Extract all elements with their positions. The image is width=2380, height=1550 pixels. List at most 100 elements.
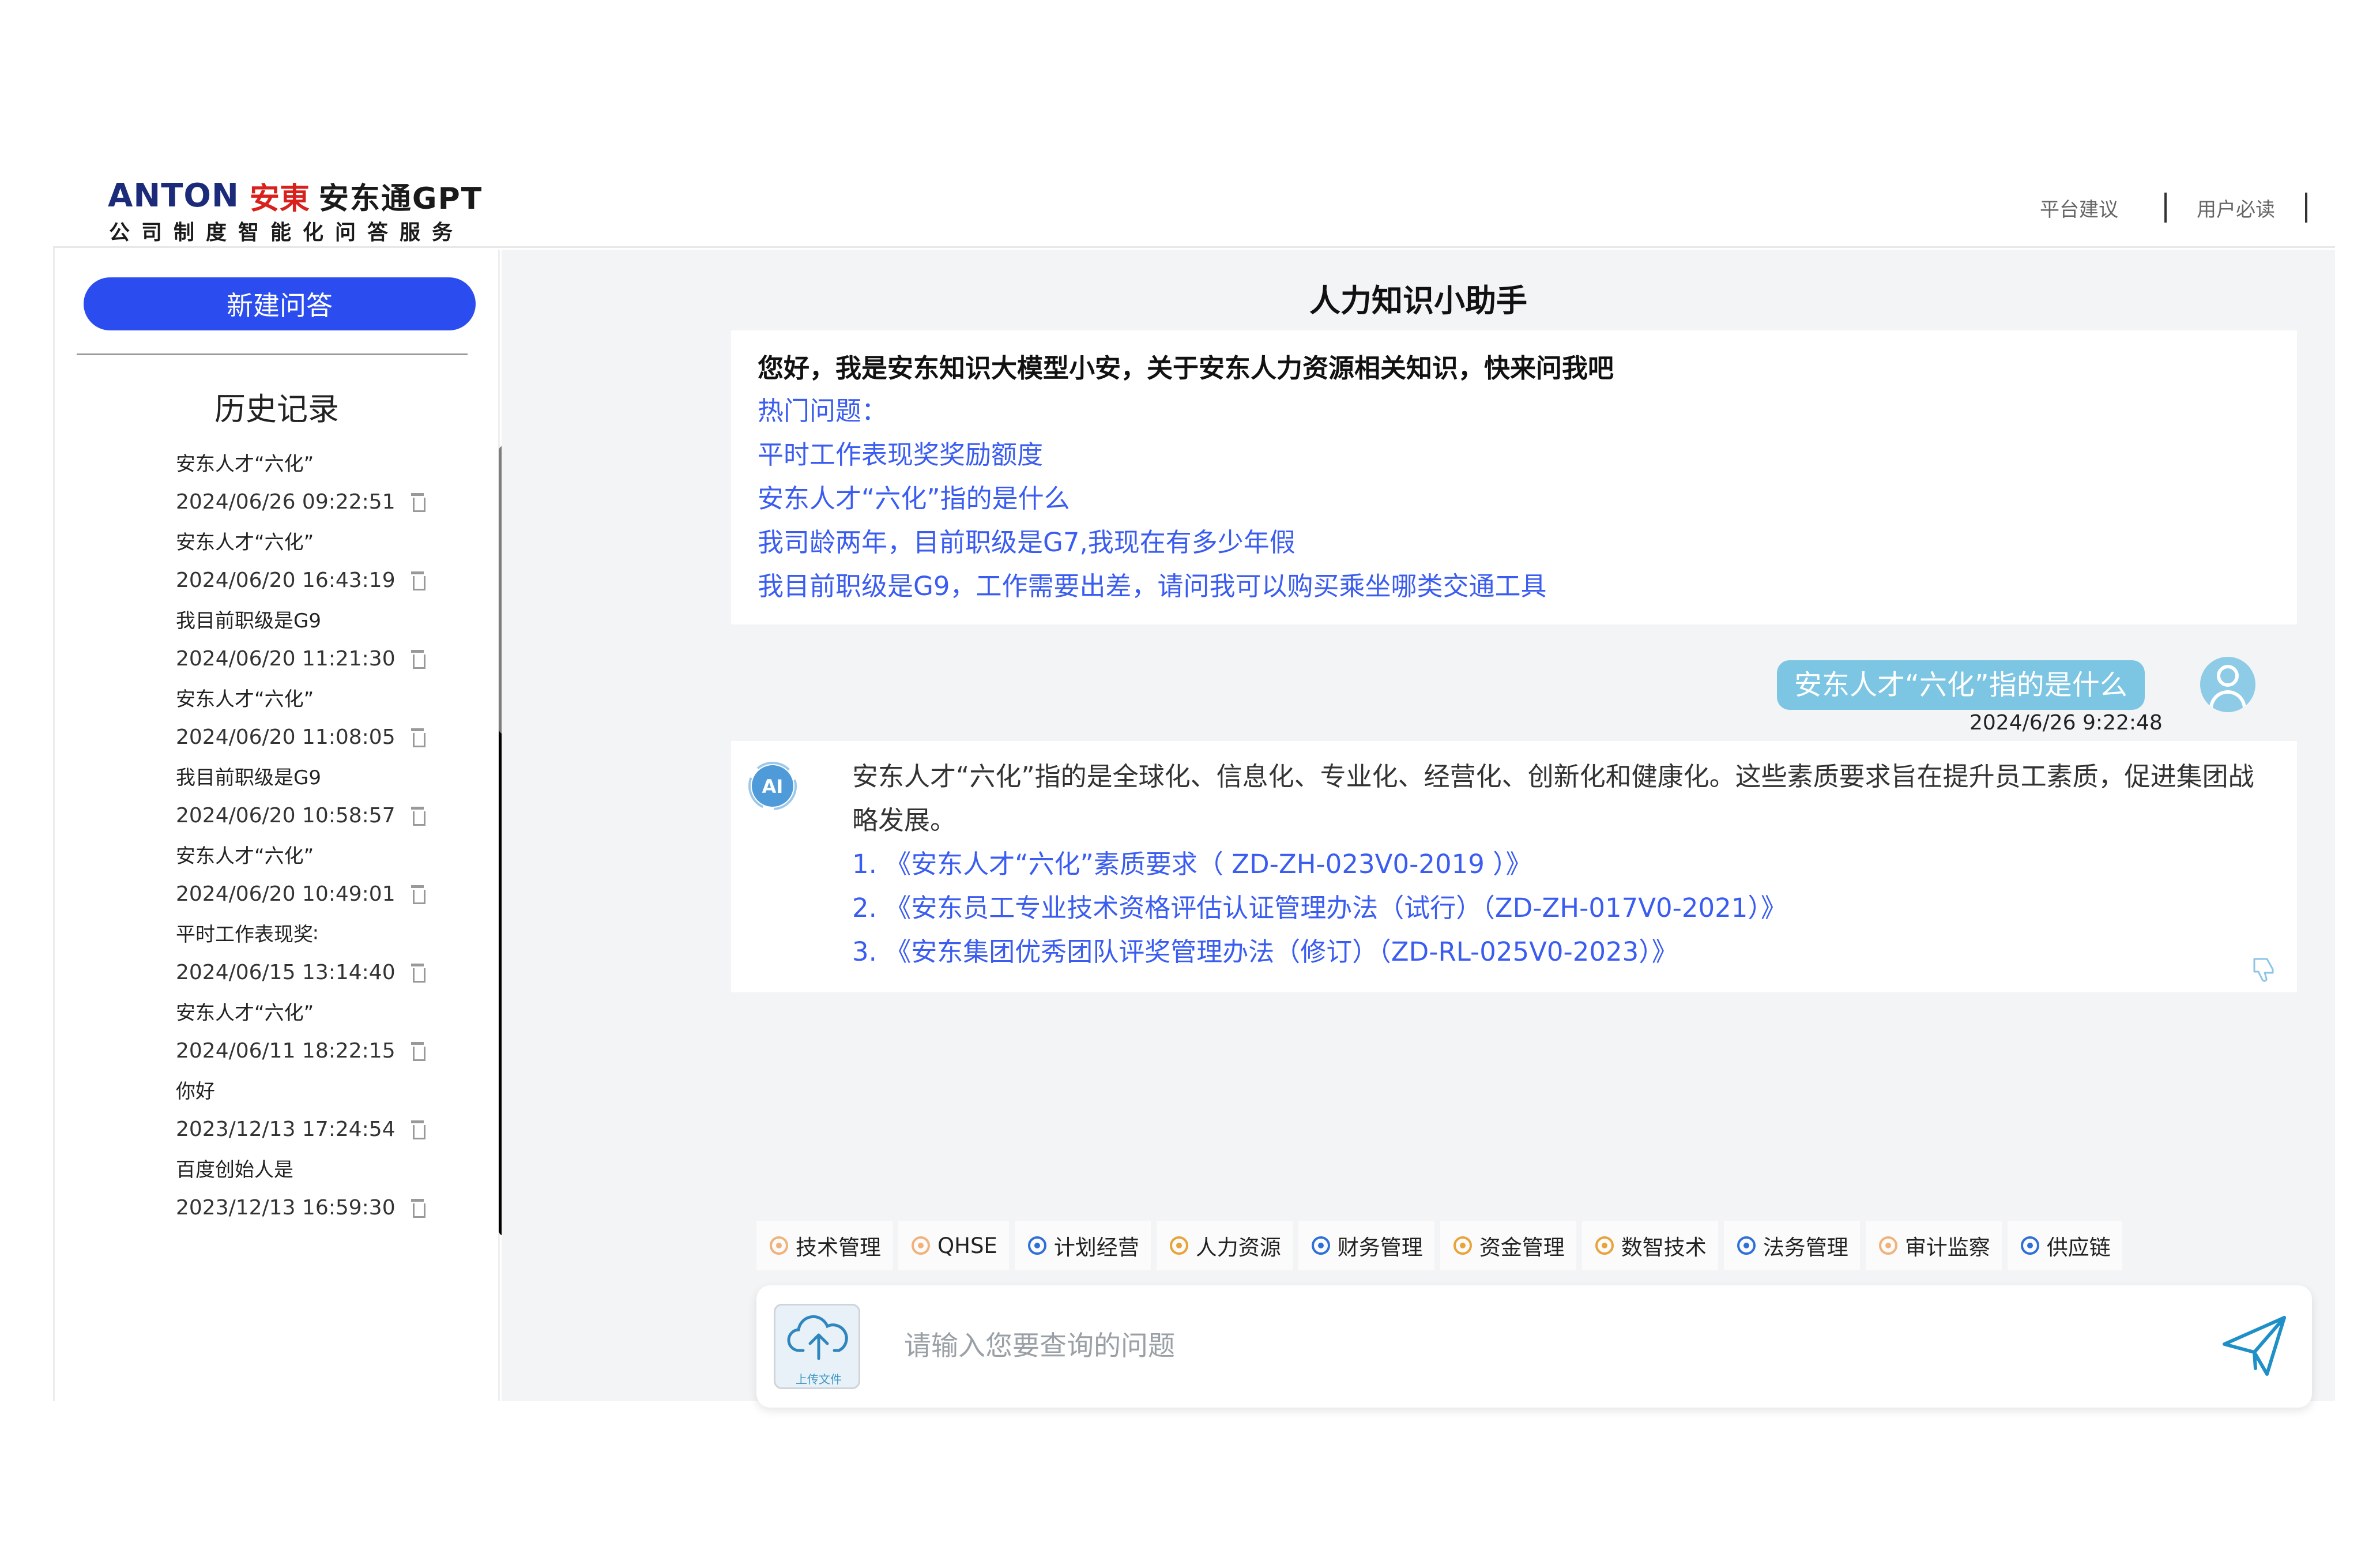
category-label: 技术管理 [796, 1235, 881, 1260]
history-item-title: 你好 [176, 1080, 215, 1103]
reference-link[interactable]: 2. 《安东员工专业技术资格评估认证管理办法（试行）（ZD-ZH-017V0-2… [852, 886, 2270, 930]
history-item-title: 安东人才“六化” [176, 453, 314, 476]
history-item-title: 我目前职级是G9 [176, 610, 321, 633]
category-button[interactable]: 人力资源 [1156, 1221, 1293, 1270]
category-button[interactable]: 资金管理 [1440, 1221, 1576, 1270]
trash-icon[interactable] [411, 807, 425, 826]
welcome-card: 您好，我是安东知识大模型小安，关于安东人力资源相关知识，快来问我吧 热门问题： … [731, 330, 2297, 624]
history-item[interactable]: 安东人才“六化” 2024/06/26 09:22:51 [176, 446, 476, 524]
header-separator [2164, 193, 2167, 223]
history-item-date: 2024/06/26 09:22:51 [176, 490, 396, 514]
category-button[interactable]: 法务管理 [1723, 1221, 1860, 1270]
trash-icon[interactable] [411, 571, 425, 590]
history-item-date: 2024/06/20 10:49:01 [176, 882, 396, 906]
history-item-date: 2024/06/20 10:58:57 [176, 803, 396, 827]
category-button[interactable]: 数智技术 [1581, 1221, 1718, 1270]
category-label: 计划经营 [1053, 1235, 1139, 1260]
finance-icon [1310, 1235, 1332, 1256]
qhse-icon [910, 1235, 932, 1256]
header: ANTON 安東 安东通GPT 公司制度智能化问答服务 平台建议 用户必读 [53, 167, 2335, 248]
app-window: ANTON 安東 安东通GPT 公司制度智能化问答服务 平台建议 用户必读 新建… [53, 167, 2335, 1408]
history-item-date: 2024/06/11 18:22:15 [176, 1039, 396, 1063]
history-item-title: 平时工作表现奖∶ [176, 923, 318, 946]
header-separator [2305, 193, 2307, 223]
question-input[interactable] [904, 1320, 2172, 1372]
welcome-greeting: 您好，我是安东知识大模型小安，关于安东人力资源相关知识，快来问我吧 [758, 353, 1614, 383]
trash-icon[interactable] [411, 728, 425, 747]
category-button[interactable]: 供应链 [2007, 1221, 2122, 1270]
history-item[interactable]: 安东人才“六化” 2024/06/20 16:43:19 [176, 524, 476, 603]
answer-card: AI 安东人才“六化”指的是全球化、信息化、专业化、经营化、创新化和健康化。这些… [731, 741, 2297, 992]
trash-icon[interactable] [411, 1120, 425, 1139]
category-button[interactable]: QHSE [898, 1221, 1009, 1270]
hot-question-link[interactable]: 我目前职级是G9，工作需要出差，请问我可以购买乘坐哪类交通工具 [758, 565, 2270, 608]
tech-icon [768, 1235, 790, 1256]
chat-input-box: 上传文件 [756, 1285, 2312, 1408]
history-item[interactable]: 安东人才“六化” 2024/06/11 18:22:15 [176, 995, 476, 1073]
category-label: 法务管理 [1763, 1235, 1848, 1260]
history-item[interactable]: 你好 2023/12/13 17:24:54 [176, 1073, 476, 1152]
page-title: 人力知识小助手 [1309, 283, 1527, 319]
history-item[interactable]: 安东人才“六化” 2024/06/20 11:08:05 [176, 681, 476, 759]
history-item-date: 2023/12/13 16:59:30 [176, 1195, 396, 1220]
category-label: QHSE [937, 1233, 997, 1258]
trash-icon[interactable] [411, 964, 425, 983]
answer-text: 安东人才“六化”指的是全球化、信息化、专业化、经营化、创新化和健康化。这些素质要… [852, 761, 2254, 836]
hot-question-link[interactable]: 安东人才“六化”指的是什么 [758, 477, 2270, 521]
category-bar: 技术管理 QHSE 计划经营 人力资源 财务管理 资金管理 数智技术 法务管理 审计监察 供应链 [756, 1221, 2128, 1270]
category-button[interactable]: 审计监察 [1865, 1221, 2002, 1270]
category-button[interactable]: 技术管理 [756, 1221, 892, 1270]
category-label: 数智技术 [1621, 1235, 1707, 1260]
fund-icon [1452, 1235, 1474, 1256]
user-guide-link[interactable]: 用户必读 [2197, 194, 2275, 222]
trash-icon[interactable] [411, 1042, 425, 1061]
history-item-date: 2024/06/20 16:43:19 [176, 568, 396, 592]
history-item[interactable]: 平时工作表现奖∶ 2024/06/15 13:14:40 [176, 916, 476, 995]
category-label: 资金管理 [1479, 1235, 1565, 1260]
logo-brand-en: ANTON [108, 176, 239, 215]
reference-link[interactable]: 1. 《安东人才“六化”素质要求（ ZD-ZH-023V0-2019 ）》 [852, 842, 2270, 886]
category-button[interactable]: 财务管理 [1298, 1221, 1434, 1270]
reference-link[interactable]: 3. 《安东集团优秀团队评奖管理办法（修订）（ZD-RL-025V0-2023）… [852, 930, 2270, 974]
user-avatar-icon [2200, 657, 2255, 712]
history-item[interactable]: 我目前职级是G9 2024/06/20 10:58:57 [176, 759, 476, 838]
sidebar: 新建问答 历史记录 安东人才“六化” 2024/06/26 09:22:51 安东人… [55, 250, 509, 1401]
legal-icon [1735, 1235, 1757, 1256]
history-item-title: 百度创始人是 [176, 1158, 293, 1182]
user-message-time: 2024/6/26 9:22:48 [1969, 711, 2163, 735]
category-label: 供应链 [2046, 1235, 2111, 1260]
history-item-date: 2024/06/15 13:14:40 [176, 960, 396, 984]
logo-subtitle: 公司制度智能化问答服务 [109, 221, 465, 244]
history-item[interactable]: 百度创始人是 2023/12/13 16:59:30 [176, 1152, 476, 1230]
trash-icon[interactable] [411, 885, 425, 904]
cloud-upload-icon [787, 1315, 848, 1360]
sidebar-divider [77, 353, 468, 355]
history-title: 历史记录 [214, 391, 339, 427]
header-links: 平台建议 用户必读 [2040, 193, 2307, 223]
history-item-date: 2023/12/13 17:24:54 [176, 1117, 396, 1141]
trash-icon[interactable] [411, 1199, 425, 1218]
logo-brand-cn: 安東 [249, 181, 310, 216]
history-item[interactable]: 安东人才“六化” 2024/06/20 10:49:01 [176, 838, 476, 916]
hot-question-link[interactable]: 平时工作表现奖奖励额度 [758, 433, 2270, 477]
ai-tech-icon [1594, 1235, 1615, 1256]
hr-icon [1168, 1235, 1190, 1256]
history-item[interactable]: 我目前职级是G9 2024/06/20 11:21:30 [176, 603, 476, 681]
hot-question-link[interactable]: 我司龄两年，目前职级是G7,我现在有多少年假 [758, 521, 2270, 565]
supply-icon [2019, 1235, 2041, 1256]
thumbs-down-icon[interactable] [2251, 954, 2280, 983]
upload-file-button[interactable]: 上传文件 [774, 1304, 860, 1389]
history-list: 安东人才“六化” 2024/06/26 09:22:51 安东人才“六化” 2024/… [176, 446, 476, 1230]
trash-icon[interactable] [411, 493, 425, 512]
category-label: 审计监察 [1904, 1235, 1990, 1260]
upload-file-label: 上传文件 [796, 1372, 842, 1386]
platform-suggestion-link[interactable]: 平台建议 [2040, 194, 2118, 222]
audit-icon [1877, 1235, 1899, 1256]
logo: ANTON 安東 安东通GPT 公司制度智能化问答服务 [108, 176, 481, 245]
trash-icon[interactable] [411, 650, 425, 669]
new-question-button[interactable]: 新建问答 [84, 277, 476, 330]
category-button[interactable]: 计划经营 [1014, 1221, 1151, 1270]
send-icon[interactable] [2220, 1311, 2291, 1382]
history-item-title: 我目前职级是G9 [176, 766, 321, 789]
hot-questions-label: 热门问题： [758, 396, 888, 426]
